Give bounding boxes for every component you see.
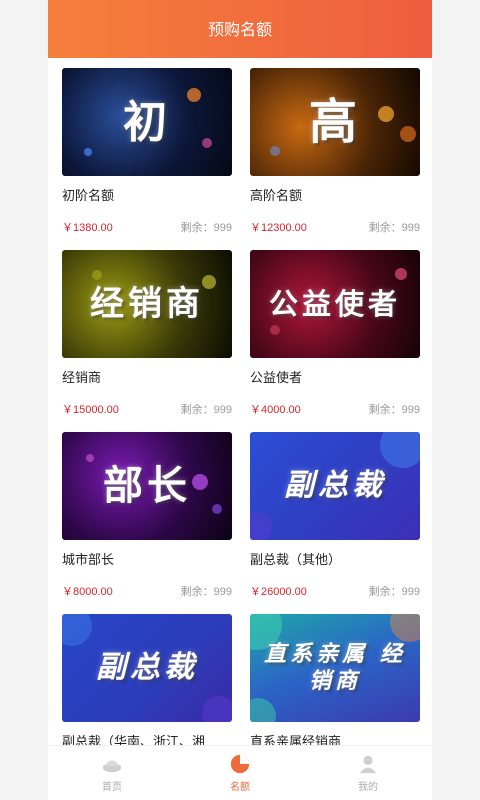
- product-price: ￥8000.00: [62, 586, 113, 598]
- product-image[interactable]: 经销商: [62, 250, 232, 358]
- product-price: ￥15000.00: [62, 404, 119, 416]
- product-price: ￥26000.00: [250, 586, 307, 598]
- product-stock: 剩余：999: [180, 586, 232, 598]
- product-name: 副总裁（其他）: [250, 552, 342, 567]
- product-image[interactable]: 部长: [62, 432, 232, 540]
- product-stock: 剩余：999: [180, 404, 232, 416]
- product-stock: 剩余：999: [368, 586, 420, 598]
- product-image-text: 副总裁: [96, 650, 198, 686]
- product-name: 初阶名额: [62, 188, 115, 203]
- tab-label: 我的: [358, 782, 378, 793]
- product-name: 高阶名额: [250, 188, 303, 203]
- product-stock: 剩余：999: [368, 404, 420, 416]
- page-title: 预购名额: [207, 22, 272, 39]
- product-price: ￥4000.00: [250, 404, 301, 416]
- product-image-text: 高: [308, 94, 361, 150]
- product-stock: 剩余：999: [180, 222, 232, 234]
- product-card-chujie[interactable]: 初 初阶名额 ￥1380.00 剩余：999: [62, 68, 232, 250]
- bottom-tab-bar: 首页 名额 我的: [48, 745, 432, 800]
- product-image[interactable]: 直系亲属 经销商: [250, 614, 420, 722]
- tab-quota[interactable]: 名额: [176, 746, 304, 800]
- product-image-text: 初: [123, 96, 171, 148]
- pie-chart-icon: [230, 754, 250, 774]
- product-price: ￥1380.00: [62, 222, 113, 234]
- product-image-text: 副总裁: [284, 468, 386, 504]
- product-image-text: 经销商: [90, 283, 204, 324]
- product-grid: 初 初阶名额 ￥1380.00 剩余：999 高 高阶名额 ￥12300.00 …: [48, 58, 432, 796]
- product-name: 经销商: [62, 370, 102, 385]
- product-card-gongyishizhe[interactable]: 公益使者 公益使者 ￥4000.00 剩余：999: [250, 250, 420, 432]
- product-image[interactable]: 高: [250, 68, 420, 176]
- product-card-chengshibuzhang[interactable]: 部长 城市部长 ￥8000.00 剩余：999: [62, 432, 232, 614]
- app-screen: 预购名额 初 初阶名额 ￥1380.00 剩余：999 高 高阶名额 ￥1230…: [48, 0, 432, 800]
- product-stock: 剩余：999: [368, 222, 420, 234]
- tab-home[interactable]: 首页: [48, 746, 176, 800]
- product-image[interactable]: 初: [62, 68, 232, 176]
- product-name: 公益使者: [250, 370, 303, 385]
- product-card-fuzongcai-other[interactable]: 副总裁 副总裁（其他） ￥26000.00 剩余：999: [250, 432, 420, 614]
- product-image[interactable]: 副总裁: [62, 614, 232, 722]
- page-header: 预购名额: [48, 0, 432, 58]
- product-image-text: 直系亲属 经销商: [264, 640, 406, 695]
- product-image-text: 公益使者: [268, 286, 401, 321]
- user-icon: [359, 755, 377, 774]
- product-name: 城市部长: [62, 552, 115, 567]
- product-price: ￥12300.00: [250, 222, 307, 234]
- product-card-jingxiaoshang[interactable]: 经销商 经销商 ￥15000.00 剩余：999: [62, 250, 232, 432]
- product-card-gaojie[interactable]: 高 高阶名额 ￥12300.00 剩余：999: [250, 68, 420, 250]
- home-icon: [102, 760, 122, 773]
- tab-label: 首页: [102, 782, 122, 793]
- product-image[interactable]: 副总裁: [250, 432, 420, 540]
- product-image-text: 部长: [103, 462, 191, 509]
- product-image[interactable]: 公益使者: [250, 250, 420, 358]
- tab-mine[interactable]: 我的: [304, 746, 432, 800]
- tab-label: 名额: [230, 782, 250, 793]
